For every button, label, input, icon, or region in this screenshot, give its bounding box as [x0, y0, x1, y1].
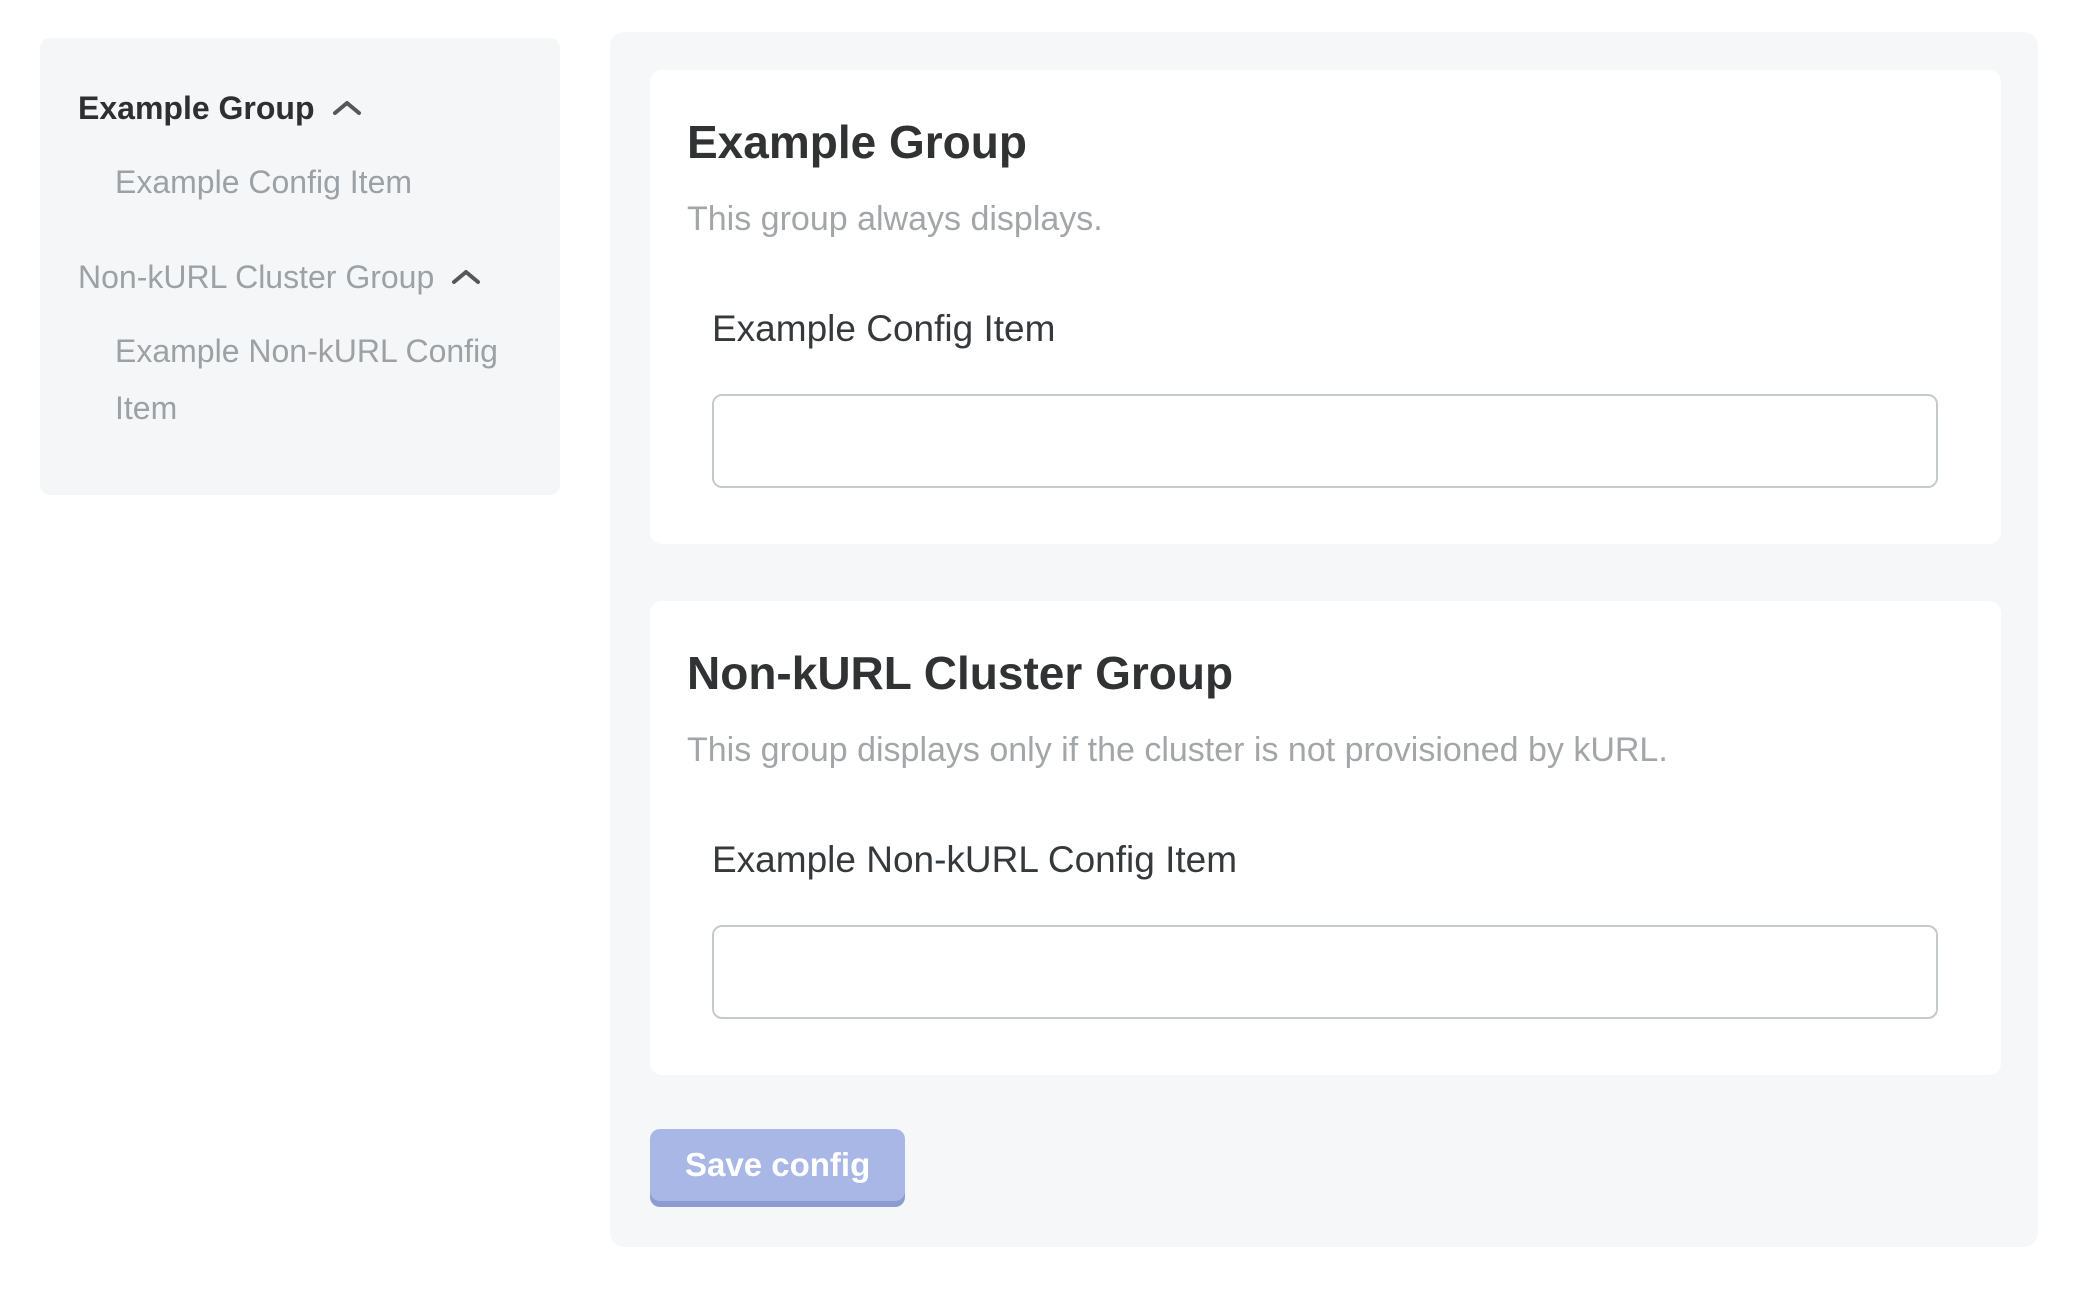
- chevron-up-icon: [331, 98, 363, 118]
- sidebar-group-header-non-kurl-cluster-group[interactable]: Non-kURL Cluster Group: [78, 257, 522, 297]
- config-main-panel: Example Group This group always displays…: [610, 32, 2038, 1247]
- sidebar-group-label: Example Group: [78, 88, 315, 128]
- page: Example Group Example Config Item Non-kU…: [0, 0, 2084, 1247]
- example-non-kurl-config-item-input[interactable]: [712, 925, 1938, 1019]
- sidebar-group-header-example-group[interactable]: Example Group: [78, 88, 522, 128]
- config-group-card-example-group: Example Group This group always displays…: [650, 70, 2001, 544]
- group-title: Non-kURL Cluster Group: [687, 645, 1938, 701]
- sidebar-group-label: Non-kURL Cluster Group: [78, 257, 434, 297]
- config-field-label: Example Non-kURL Config Item: [712, 837, 1938, 883]
- config-field: Example Config Item: [712, 306, 1938, 488]
- config-field-label: Example Config Item: [712, 306, 1938, 352]
- config-sidebar: Example Group Example Config Item Non-kU…: [40, 38, 560, 495]
- group-title: Example Group: [687, 114, 1938, 170]
- config-field: Example Non-kURL Config Item: [712, 837, 1938, 1019]
- sidebar-group-example-group: Example Group Example Config Item: [78, 88, 522, 211]
- chevron-up-icon: [450, 267, 482, 287]
- example-config-item-input[interactable]: [712, 394, 1938, 488]
- sidebar-group-non-kurl-cluster-group: Non-kURL Cluster Group Example Non-kURL …: [78, 257, 522, 437]
- sidebar-item-example-non-kurl-config-item[interactable]: Example Non-kURL Config Item: [115, 323, 522, 437]
- group-description: This group displays only if the cluster …: [687, 729, 1938, 771]
- group-description: This group always displays.: [687, 198, 1938, 240]
- sidebar-item-example-config-item[interactable]: Example Config Item: [115, 154, 522, 211]
- config-group-card-non-kurl-cluster-group: Non-kURL Cluster Group This group displa…: [650, 601, 2001, 1075]
- save-config-button[interactable]: Save config: [650, 1129, 905, 1201]
